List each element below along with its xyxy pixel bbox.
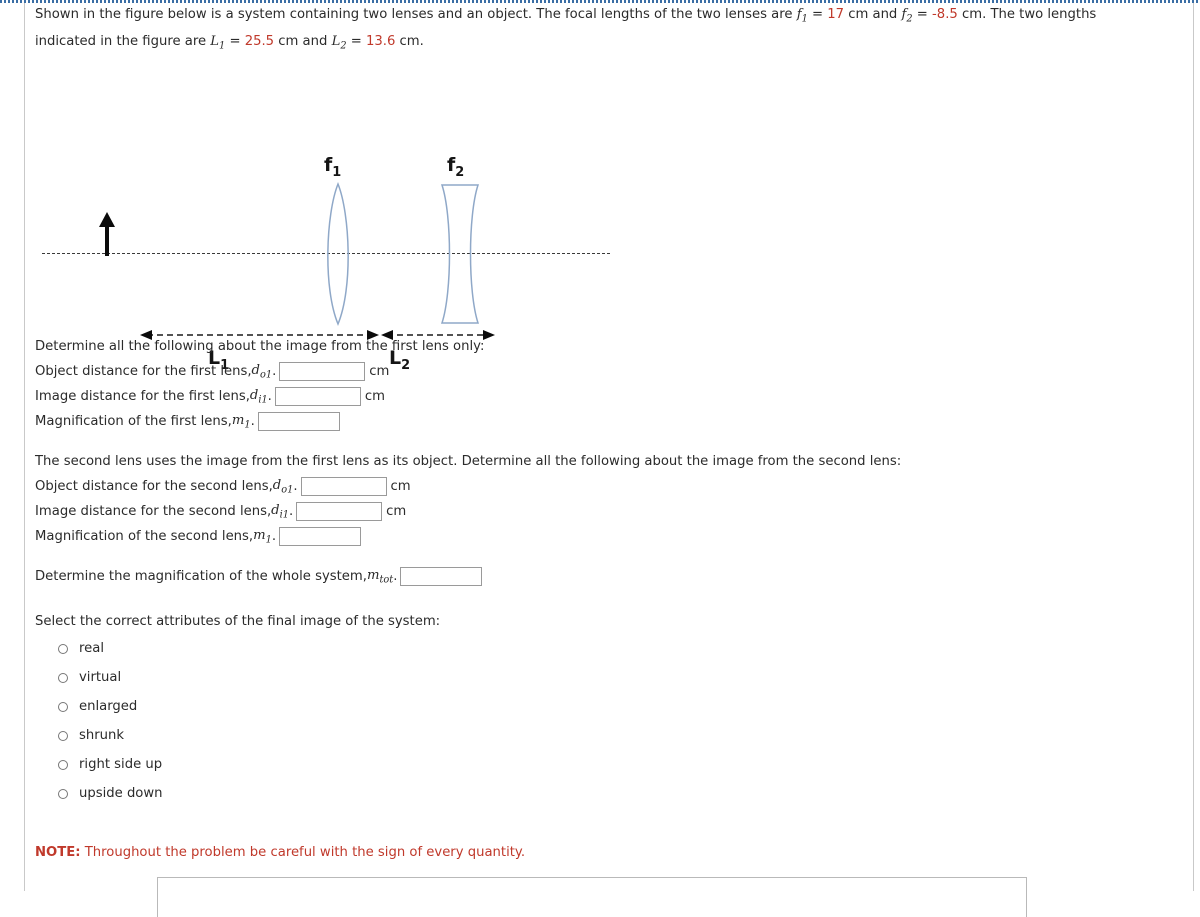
period-1: .: [272, 364, 277, 379]
option-label-enlarged: enlarged: [79, 699, 138, 714]
length-2-symbol: L2: [331, 33, 347, 52]
focal-length-2-symbol: f2: [901, 7, 913, 25]
note-prefix: NOTE:: [35, 845, 81, 860]
magnification-second-lens-input[interactable]: [279, 527, 362, 546]
radio-icon-real[interactable]: [58, 643, 68, 654]
magnification-first-lens-input[interactable]: [257, 412, 340, 431]
total-magnification-label: Determine the magnification of the whole…: [35, 569, 367, 584]
radio-icon-right-side-up[interactable]: [58, 759, 68, 770]
object-distance-first-lens-label: Object distance for the first lens,: [35, 364, 252, 379]
intro-unit-1: cm and: [844, 7, 902, 22]
focal-length-1-value: 17: [827, 7, 845, 22]
period-2: .: [267, 389, 272, 404]
period-6: .: [271, 529, 277, 544]
unit-cm-4: cm: [386, 504, 407, 519]
focal-length-1-symbol: f1: [796, 7, 808, 25]
total-magnification-block: Determine the magnification of the whole…: [35, 564, 1155, 589]
radio-icon-enlarged[interactable]: [58, 701, 68, 712]
right-margin-rule: [1193, 3, 1194, 891]
radio-icon-shrunk[interactable]: [58, 730, 68, 741]
converging-lens-icon: [327, 181, 349, 326]
magnification-second-lens-row: Magnification of the second lens, m1.: [35, 524, 1155, 549]
option-label-real: real: [79, 641, 104, 656]
option-real[interactable]: real: [35, 634, 1155, 663]
option-upside-down[interactable]: upside down: [35, 779, 1155, 808]
equals-2: =: [912, 7, 933, 22]
period-3: .: [250, 414, 255, 429]
lens-1-label: f1: [324, 154, 342, 180]
total-magnification-row: Determine the magnification of the whole…: [35, 564, 1155, 589]
length-1-symbol: L1: [210, 33, 226, 52]
lens-2-label: f2: [447, 154, 465, 180]
object-distance-second-lens-input[interactable]: [300, 477, 387, 496]
sign-convention-note: NOTE: Throughout the problem be careful …: [35, 845, 525, 860]
image-distance-first-lens-label: Image distance for the first lens,: [35, 389, 250, 404]
length-2-value: 13.6: [365, 33, 396, 49]
object-arrow-icon: [99, 212, 115, 256]
two-lens-system-figure: f1 f2 L1 L2: [35, 72, 655, 373]
equals-3: =: [225, 33, 245, 49]
intro-text-part-1: Shown in the figure below is a system co…: [35, 7, 797, 22]
length-1-value: 25.5: [244, 33, 275, 49]
object-distance-second-lens-symbol: do1: [272, 477, 294, 496]
bottom-answer-panel: [157, 877, 1027, 917]
problem-statement: Shown in the figure below is a system co…: [35, 4, 1155, 57]
image-distance-second-lens-input[interactable]: [296, 502, 383, 521]
diverging-lens-icon: [440, 184, 480, 324]
period-4: .: [293, 479, 298, 494]
object-distance-second-lens-row: Object distance for the second lens, do1…: [35, 474, 1155, 499]
object-distance-second-lens-label: Object distance for the second lens,: [35, 479, 273, 494]
option-label-upside-down: upside down: [79, 786, 163, 801]
equals-4: =: [346, 33, 366, 49]
note-text: Throughout the problem be careful with t…: [80, 845, 526, 860]
second-lens-question-block: The second lens uses the image from the …: [35, 449, 1155, 549]
period-7: .: [393, 569, 398, 584]
unit-cm-3: cm: [390, 479, 411, 494]
second-lens-heading: The second lens uses the image from the …: [35, 454, 902, 469]
option-label-shrunk: shrunk: [79, 728, 125, 743]
magnification-second-lens-label: Magnification of the second lens,: [35, 529, 254, 544]
final-image-attributes-block: Select the correct attributes of the fin…: [35, 609, 1155, 808]
intro-unit-2: cm and: [274, 33, 332, 49]
image-distance-first-lens-row: Image distance for the first lens, di1. …: [35, 384, 1155, 409]
magnification-first-lens-label: Magnification of the first lens,: [35, 414, 232, 429]
left-margin-rule: [24, 3, 25, 891]
option-right-side-up[interactable]: right side up: [35, 750, 1155, 779]
option-label-virtual: virtual: [79, 670, 122, 685]
first-lens-question-block: Determine all the following about the im…: [35, 334, 1155, 434]
radio-icon-upside-down[interactable]: [58, 788, 68, 799]
period-5: .: [288, 504, 294, 519]
object-distance-first-lens-row: Object distance for the first lens, do1.…: [35, 359, 1155, 384]
option-enlarged[interactable]: enlarged: [35, 692, 1155, 721]
object-distance-first-lens-symbol: do1: [251, 362, 273, 381]
radio-icon-virtual[interactable]: [58, 672, 68, 683]
unit-cm-1: cm: [369, 364, 390, 379]
total-magnification-symbol: mtot: [366, 567, 394, 586]
equals-1: =: [807, 7, 828, 22]
image-distance-second-lens-row: Image distance for the second lens, di1.…: [35, 499, 1155, 524]
unit-cm-2: cm: [364, 389, 385, 404]
total-magnification-input[interactable]: [400, 567, 483, 586]
magnification-second-lens-symbol: m1: [253, 527, 272, 546]
focal-length-2-value: -8.5: [932, 7, 958, 22]
intro-unit-3: cm.: [395, 33, 424, 49]
object-distance-first-lens-input[interactable]: [279, 362, 366, 381]
option-label-right-side-up: right side up: [79, 757, 163, 772]
image-distance-second-lens-symbol: di1: [271, 502, 289, 521]
magnification-first-lens-row: Magnification of the first lens, m1.: [35, 409, 1155, 434]
image-distance-first-lens-symbol: di1: [249, 387, 268, 406]
attributes-heading: Select the correct attributes of the fin…: [35, 614, 441, 629]
magnification-first-lens-symbol: m1: [231, 412, 251, 431]
page-top-divider: [0, 0, 1200, 3]
first-lens-heading: Determine all the following about the im…: [35, 339, 485, 354]
option-shrunk[interactable]: shrunk: [35, 721, 1155, 750]
option-virtual[interactable]: virtual: [35, 663, 1155, 692]
image-distance-second-lens-label: Image distance for the second lens,: [35, 504, 272, 519]
image-distance-first-lens-input[interactable]: [274, 387, 361, 406]
